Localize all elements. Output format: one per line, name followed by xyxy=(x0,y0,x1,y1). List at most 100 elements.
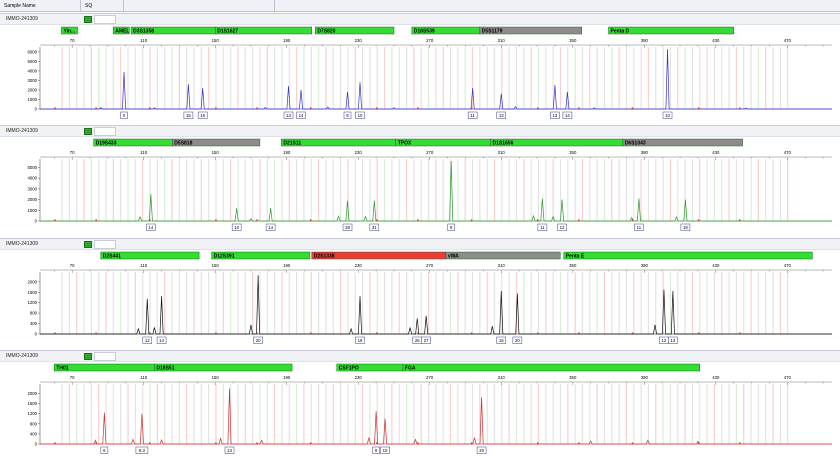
bin-stripe xyxy=(677,384,679,444)
allele-call[interactable]: 14 xyxy=(296,111,306,119)
panel-field[interactable] xyxy=(94,352,116,361)
allele-call[interactable]: 13 xyxy=(550,111,560,119)
bin-stripe xyxy=(142,47,144,109)
allele-call[interactable]: 18 xyxy=(680,223,691,231)
bin-stripe xyxy=(413,47,415,109)
allele-call[interactable]: 12 xyxy=(557,223,567,231)
artifact-mark xyxy=(417,107,419,109)
x-tick-label: 270 xyxy=(426,263,434,268)
allele-call[interactable]: 13 xyxy=(496,111,507,119)
bin-stripe xyxy=(750,272,752,334)
bin-stripe xyxy=(713,272,716,334)
bin-stripe xyxy=(354,159,356,221)
allele-call[interactable]: 14 xyxy=(146,223,156,231)
allele-call[interactable]: 14 xyxy=(156,336,167,344)
bin-stripe xyxy=(354,272,356,334)
allele-call[interactable]: 6 xyxy=(100,446,109,454)
allele-label: 20 xyxy=(515,338,520,343)
artifact-mark xyxy=(537,442,539,444)
x-tick-label: 470 xyxy=(784,263,792,268)
allele-label: 26 xyxy=(415,338,420,343)
allele-label: 31 xyxy=(372,225,377,230)
bin-stripe xyxy=(449,272,452,334)
bin-stripe xyxy=(339,159,342,221)
bin-stripe xyxy=(354,47,356,109)
bin-stripe xyxy=(259,159,261,221)
allele-call[interactable]: 15 xyxy=(496,336,507,344)
bin-stripe xyxy=(757,47,760,109)
allele-call[interactable]: 9 xyxy=(372,446,380,454)
x-tick-label: 150 xyxy=(212,263,220,268)
allele-call[interactable]: 13 xyxy=(224,446,235,454)
bin-stripe xyxy=(376,47,378,109)
x-tick-label: 110 xyxy=(140,150,147,155)
allele-call[interactable]: 10 xyxy=(355,111,365,119)
dye-toggle-icon[interactable] xyxy=(84,353,92,360)
allele-call[interactable]: 28 xyxy=(342,223,353,231)
bin-stripe xyxy=(721,47,723,109)
panel-field[interactable] xyxy=(94,127,116,136)
allele-call[interactable]: 12 xyxy=(142,336,153,344)
allele-call[interactable]: 11 xyxy=(634,223,644,231)
bin-stripe xyxy=(325,384,327,444)
allele-call[interactable]: X xyxy=(120,111,128,119)
bin-stripe xyxy=(530,159,532,221)
bin-stripe xyxy=(178,384,180,444)
allele-call[interactable]: 19 xyxy=(355,336,365,344)
allele-call[interactable]: 20 xyxy=(476,446,487,454)
bin-stripe xyxy=(112,47,114,109)
panel-sample-name: IMMO-241309 xyxy=(6,241,38,247)
electropherogram-plot[interactable]: TH01 D18S51 CSF1PO FGA 70 110 150 190 230 270 310 3… xyxy=(0,362,840,460)
allele-call[interactable]: 13 xyxy=(668,336,678,344)
bin-stripe xyxy=(61,159,63,221)
allele-call[interactable]: 8 xyxy=(447,223,455,231)
allele-call[interactable]: 27 xyxy=(421,336,431,344)
allele-label: 27 xyxy=(424,338,429,343)
x-tick-label: 390 xyxy=(641,38,649,43)
locus-name: TH01 xyxy=(56,366,68,372)
panel-field[interactable] xyxy=(94,15,116,24)
bin-stripe xyxy=(178,159,180,221)
bin-stripe xyxy=(200,159,202,221)
dye-toggle-icon[interactable] xyxy=(84,16,92,23)
locus-name: D19S433 xyxy=(96,141,117,147)
bin-stripe xyxy=(574,272,576,334)
panel-field[interactable] xyxy=(94,240,116,249)
sample-name-value[interactable]: SQ xyxy=(80,0,124,11)
bin-stripe xyxy=(215,384,217,444)
allele-call[interactable]: 14 xyxy=(562,111,573,119)
allele-call[interactable]: 31 xyxy=(369,223,380,231)
allele-label: 11 xyxy=(637,225,642,230)
allele-call[interactable]: 10 xyxy=(662,111,673,119)
allele-call[interactable]: 16 xyxy=(197,111,208,119)
allele-call[interactable]: 9 xyxy=(343,111,352,119)
allele-call[interactable]: 20 xyxy=(253,336,263,344)
allele-call[interactable]: 13 xyxy=(283,111,294,119)
artifact-mark xyxy=(309,107,312,109)
electropherogram-plot[interactable]: D2S441 D12S391 D2S1338 vWA Penta E70 110 150 19… xyxy=(0,250,840,350)
allele-label: 15 xyxy=(186,113,191,118)
allele-call[interactable]: 20 xyxy=(512,336,523,344)
allele-call[interactable]: 10 xyxy=(231,223,242,231)
x-tick-label: 350 xyxy=(569,263,577,268)
allele-call[interactable]: 15 xyxy=(183,111,194,119)
electropherogram-plot[interactable]: D19S433 D5S818 D21S11 TPOX D1S1656 D6S1043 70 1… xyxy=(0,137,840,237)
bin-stripe xyxy=(471,47,474,109)
bin-stripe xyxy=(515,384,518,444)
allele-label: 18 xyxy=(683,225,688,230)
allele-call[interactable]: 11 xyxy=(537,223,548,231)
dye-toggle-icon[interactable] xyxy=(84,128,92,135)
bin-stripe xyxy=(699,47,701,109)
artifact-mark xyxy=(256,219,258,221)
allele-call[interactable]: 12 xyxy=(659,336,669,344)
electropherogram-plot[interactable]: Yin... AMEL D3S1358 D1S1627 D7S820 D16S539 D5S… xyxy=(0,25,840,125)
allele-call[interactable]: 14 xyxy=(265,223,276,231)
allele-call[interactable]: 10 xyxy=(380,446,390,454)
allele-call[interactable]: 26 xyxy=(412,336,422,344)
bin-stripe xyxy=(61,47,63,109)
bin-stripe xyxy=(310,272,312,334)
dye-toggle-icon[interactable] xyxy=(84,241,92,248)
bin-stripe xyxy=(318,384,320,444)
allele-call[interactable]: 11 xyxy=(467,111,478,119)
allele-call[interactable]: 9.3 xyxy=(135,446,149,454)
